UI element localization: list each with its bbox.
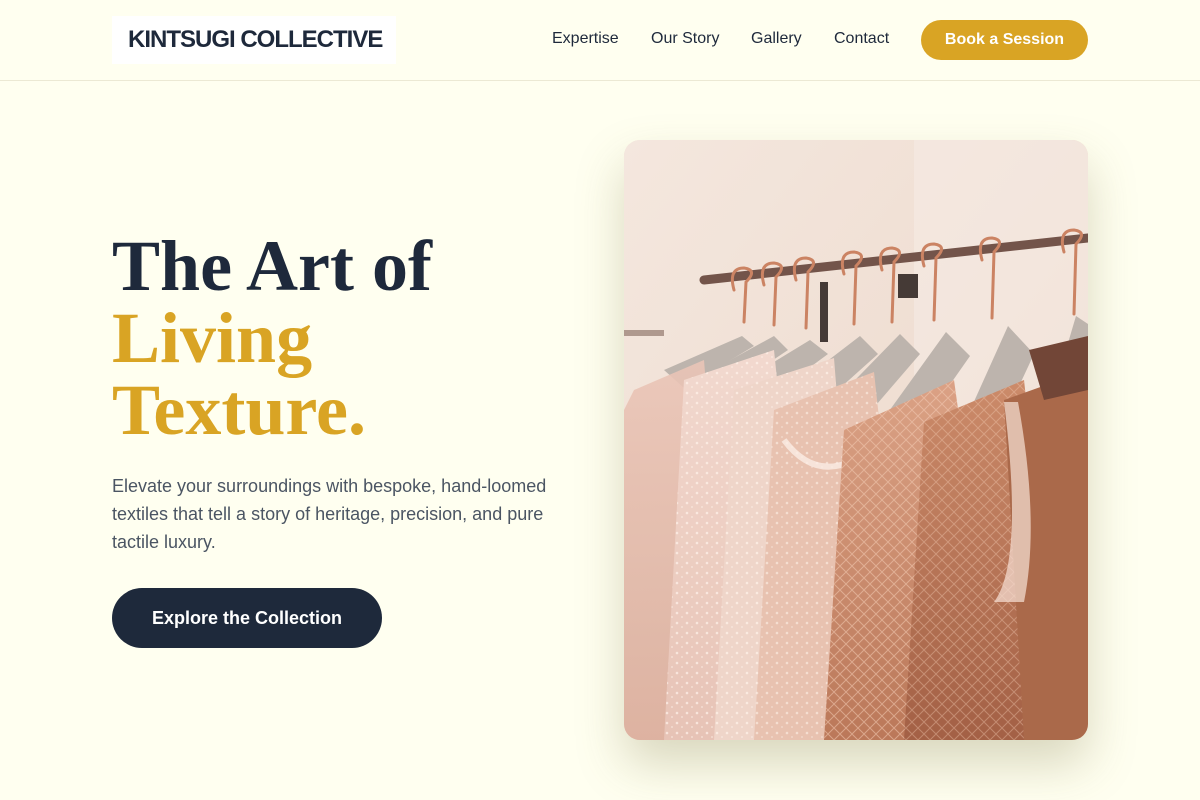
brand-logo[interactable]: KINTSUGI COLLECTIVE	[112, 16, 396, 64]
hero-image	[624, 140, 1088, 740]
explore-collection-button[interactable]: Explore the Collection	[112, 588, 382, 648]
nav-link-expertise[interactable]: Expertise	[552, 29, 619, 49]
hero-title-line2: Living	[112, 298, 313, 378]
hero-title-line1: The Art of	[112, 226, 432, 306]
site-header: KINTSUGI COLLECTIVE Expertise Our Story …	[0, 0, 1200, 81]
nav-link-contact[interactable]: Contact	[834, 29, 889, 49]
hero-subtitle: Elevate your surroundings with bespoke, …	[112, 476, 547, 552]
book-session-button[interactable]: Book a Session	[921, 20, 1088, 60]
clothing-rack-illustration	[624, 140, 1088, 740]
hero-title-line3: Texture.	[112, 370, 367, 450]
brand-name: KINTSUGI COLLECTIVE	[128, 26, 383, 53]
hero-title: The Art of Living Texture.	[112, 230, 592, 446]
nav-link-our-story[interactable]: Our Story	[651, 29, 719, 49]
nav-link-gallery[interactable]: Gallery	[751, 29, 802, 49]
